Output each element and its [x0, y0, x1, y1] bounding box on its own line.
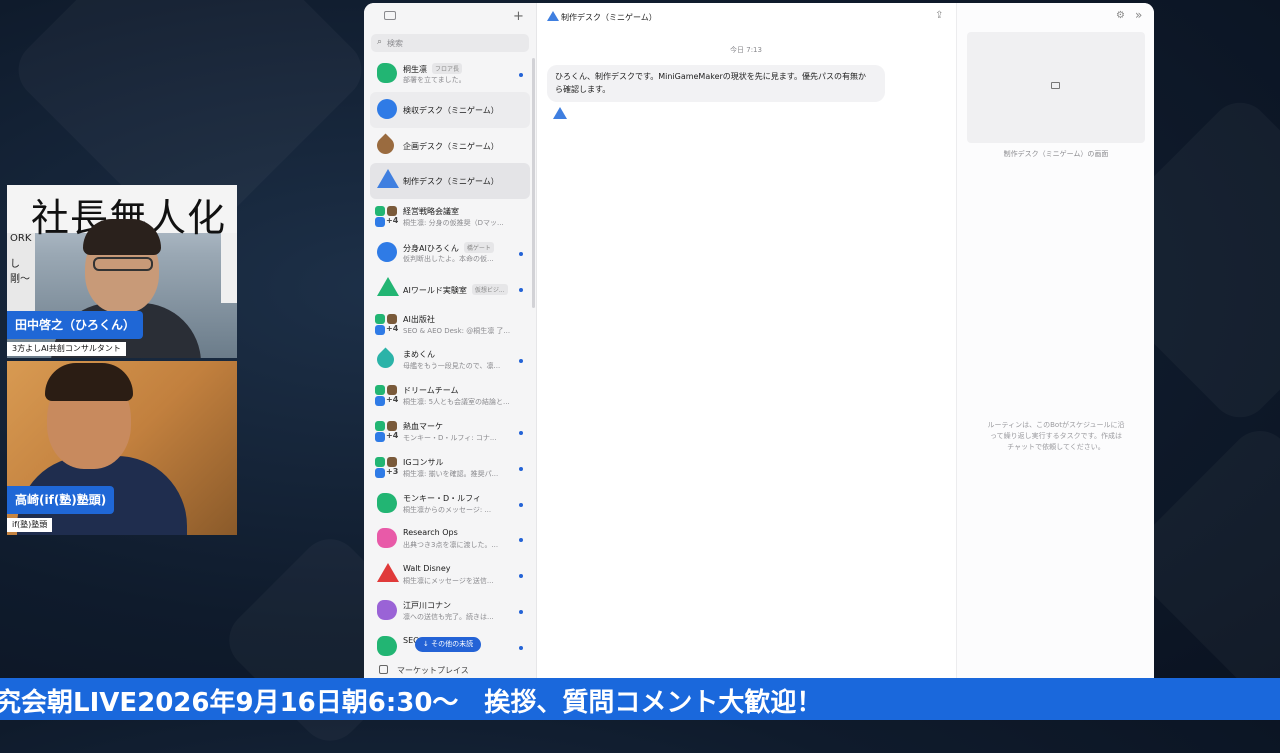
conversation-item[interactable]: +4 AI出版社 SEO & AEO Desk: @桐生凛 了...: [364, 307, 536, 343]
role-badge: 橋ゲート: [463, 241, 494, 253]
marketplace-link[interactable]: マーケットプレイス: [379, 665, 469, 676]
bot-triangle-icon: [547, 11, 559, 21]
avatar: [377, 63, 397, 83]
chat-header: 制作デスク（ミニゲーム） ⇪: [537, 3, 955, 31]
unread-dot: [519, 574, 523, 579]
avatar: [373, 133, 398, 158]
unread-dot: [519, 251, 523, 256]
unread-dot: [519, 609, 523, 614]
conversation-item[interactable]: 江戸川コナン 凛への送信も完了。続きは...: [364, 593, 536, 629]
chat-title: 制作デスク（ミニゲーム）: [561, 13, 657, 22]
role-badge: 仮想ビジ...: [471, 283, 508, 295]
sidebar-toggle-icon[interactable]: [384, 11, 396, 20]
search-icon: ⌕: [377, 37, 383, 47]
side-board: ORK し剛〜: [7, 233, 35, 313]
avatar: [377, 276, 399, 296]
conversation-item[interactable]: モンキー・D・ルフィ 桐生凛からのメッセージ: ...: [364, 486, 536, 522]
sidebar: + ⌕ 桐生凛フロア長 部署を立てました。 検収デスク（ミニゲーム） 企画デスク…: [364, 3, 537, 679]
search-input[interactable]: [387, 36, 517, 50]
guest-role-tag: if(塾)塾頭: [7, 518, 53, 532]
app-window: + ⌕ 桐生凛フロア長 部署を立てました。 検収デスク（ミニゲーム） 企画デスク…: [364, 3, 1154, 679]
role-badge: フロア長: [432, 63, 463, 74]
conversation-item[interactable]: +4 ドリームチーム 桐生凛: 5人とも会議室の結論と...: [364, 378, 536, 414]
conversation-item[interactable]: 分身AIひろくん 橋ゲート 仮判断出したよ。本命の仮...: [364, 235, 536, 271]
more-unread-button[interactable]: ↓ その他の未読: [415, 637, 482, 652]
unread-dot: [519, 73, 523, 77]
conversation-item[interactable]: Walt Disney 桐生凛にメッセージを送信...: [364, 557, 536, 593]
avatar: [377, 563, 399, 583]
conversation-item[interactable]: 検収デスク（ミニゲーム）: [370, 91, 530, 128]
message-timestamp: 今日 7:13: [730, 46, 762, 54]
unread-dot: [519, 466, 523, 471]
conversation-item[interactable]: Research Ops 出典つき3点を凛に渡した。...: [364, 521, 536, 557]
webcam-guest: 高崎(if(塾)塾頭) if(塾)塾頭: [7, 361, 237, 535]
unread-dot: [519, 287, 523, 292]
unread-dot: [519, 645, 523, 650]
new-chat-plus-icon[interactable]: +: [513, 9, 524, 24]
search-box: ⌕: [371, 34, 529, 52]
share-icon[interactable]: ⇪: [935, 10, 943, 21]
avatar: [377, 98, 397, 119]
host-role-tag: 3方よしAI共創コンサルタント: [7, 342, 126, 356]
glasses: [93, 257, 153, 271]
avatar: [377, 169, 399, 189]
host-name-tag: 田中啓之（ひろくん）: [7, 311, 144, 339]
ticker-text: 究会朝LIVE2026年9月16日朝6:30〜 挨拶、質問コメント大歓迎！: [0, 688, 823, 718]
avatar: [373, 347, 398, 372]
unread-dot: [519, 538, 523, 543]
conversation-item[interactable]: まめくん 母艦をもう一段見たので、凛...: [364, 342, 536, 378]
unread-dot: [519, 359, 523, 364]
conversation-item[interactable]: AIワールド実験室 仮想ビジ...: [364, 271, 536, 307]
bot-triangle-icon: [553, 107, 567, 119]
conversation-list: 桐生凛 フロア長 部署を立てました。 検収デスク（ミニゲーム） 企画デスク（ミニゲ…: [364, 56, 536, 665]
gear-icon[interactable]: ⚙: [1116, 10, 1125, 21]
avatar: [377, 599, 397, 620]
preview-caption: 制作デスク（ミニゲーム）の画面: [1003, 150, 1109, 158]
conversation-item[interactable]: 桐生凛 フロア長 部署を立てました。: [364, 56, 536, 92]
person-hair: [45, 363, 133, 401]
live-ticker: 究会朝LIVE2026年9月16日朝6:30〜 挨拶、質問コメント大歓迎！: [0, 678, 1280, 720]
conversation-item[interactable]: 企画デスク（ミニゲーム）: [364, 128, 536, 164]
grid-icon: [379, 665, 388, 674]
unread-dot: [519, 502, 523, 507]
avatar: [377, 635, 397, 656]
avatar: [377, 241, 397, 262]
right-panel: ⚙ » 制作デスク（ミニゲーム）の画面 ルーティンは、このBotがスケジュールに…: [956, 3, 1154, 679]
conversation-item-selected[interactable]: 制作デスク（ミニゲーム）: [370, 163, 530, 200]
person-hair: [83, 219, 161, 255]
avatar: [377, 492, 397, 513]
conversation-item[interactable]: +4 経営戦略会議室 桐生凛: 分身の仮推奨（Dマッ...: [364, 199, 536, 235]
unread-dot: [519, 430, 523, 435]
conversation-item[interactable]: +4 熱血マーケ モンキー・D・ルフィ: コナ...: [364, 414, 536, 450]
chat-pane: 制作デスク（ミニゲーム） ⇪ 今日 7:13 ひろくん、制作デスクです。Mini…: [537, 3, 955, 679]
guest-name-tag: 高崎(if(塾)塾頭): [7, 486, 115, 514]
avatar: [377, 528, 397, 549]
collapse-panel-icon[interactable]: »: [1135, 8, 1142, 22]
monitor-icon: [1051, 82, 1060, 89]
message-bubble: ひろくん、制作デスクです。MiniGameMakerの現状を先に見ます。優先パス…: [547, 65, 885, 102]
routine-note: ルーティンは、このBotがスケジュールに沿 って繰り返し実行するタスクです。作成…: [987, 421, 1125, 451]
screen-preview: [967, 32, 1145, 143]
webcam-host: 社長無人化 ORK し剛〜 田中啓之（ひろくん） 3方よしAI共創コンサルタント: [7, 185, 237, 358]
conversation-item[interactable]: +3 IGコンサル 桐生凛: 揃いを確認。推奨パ...: [364, 450, 536, 486]
